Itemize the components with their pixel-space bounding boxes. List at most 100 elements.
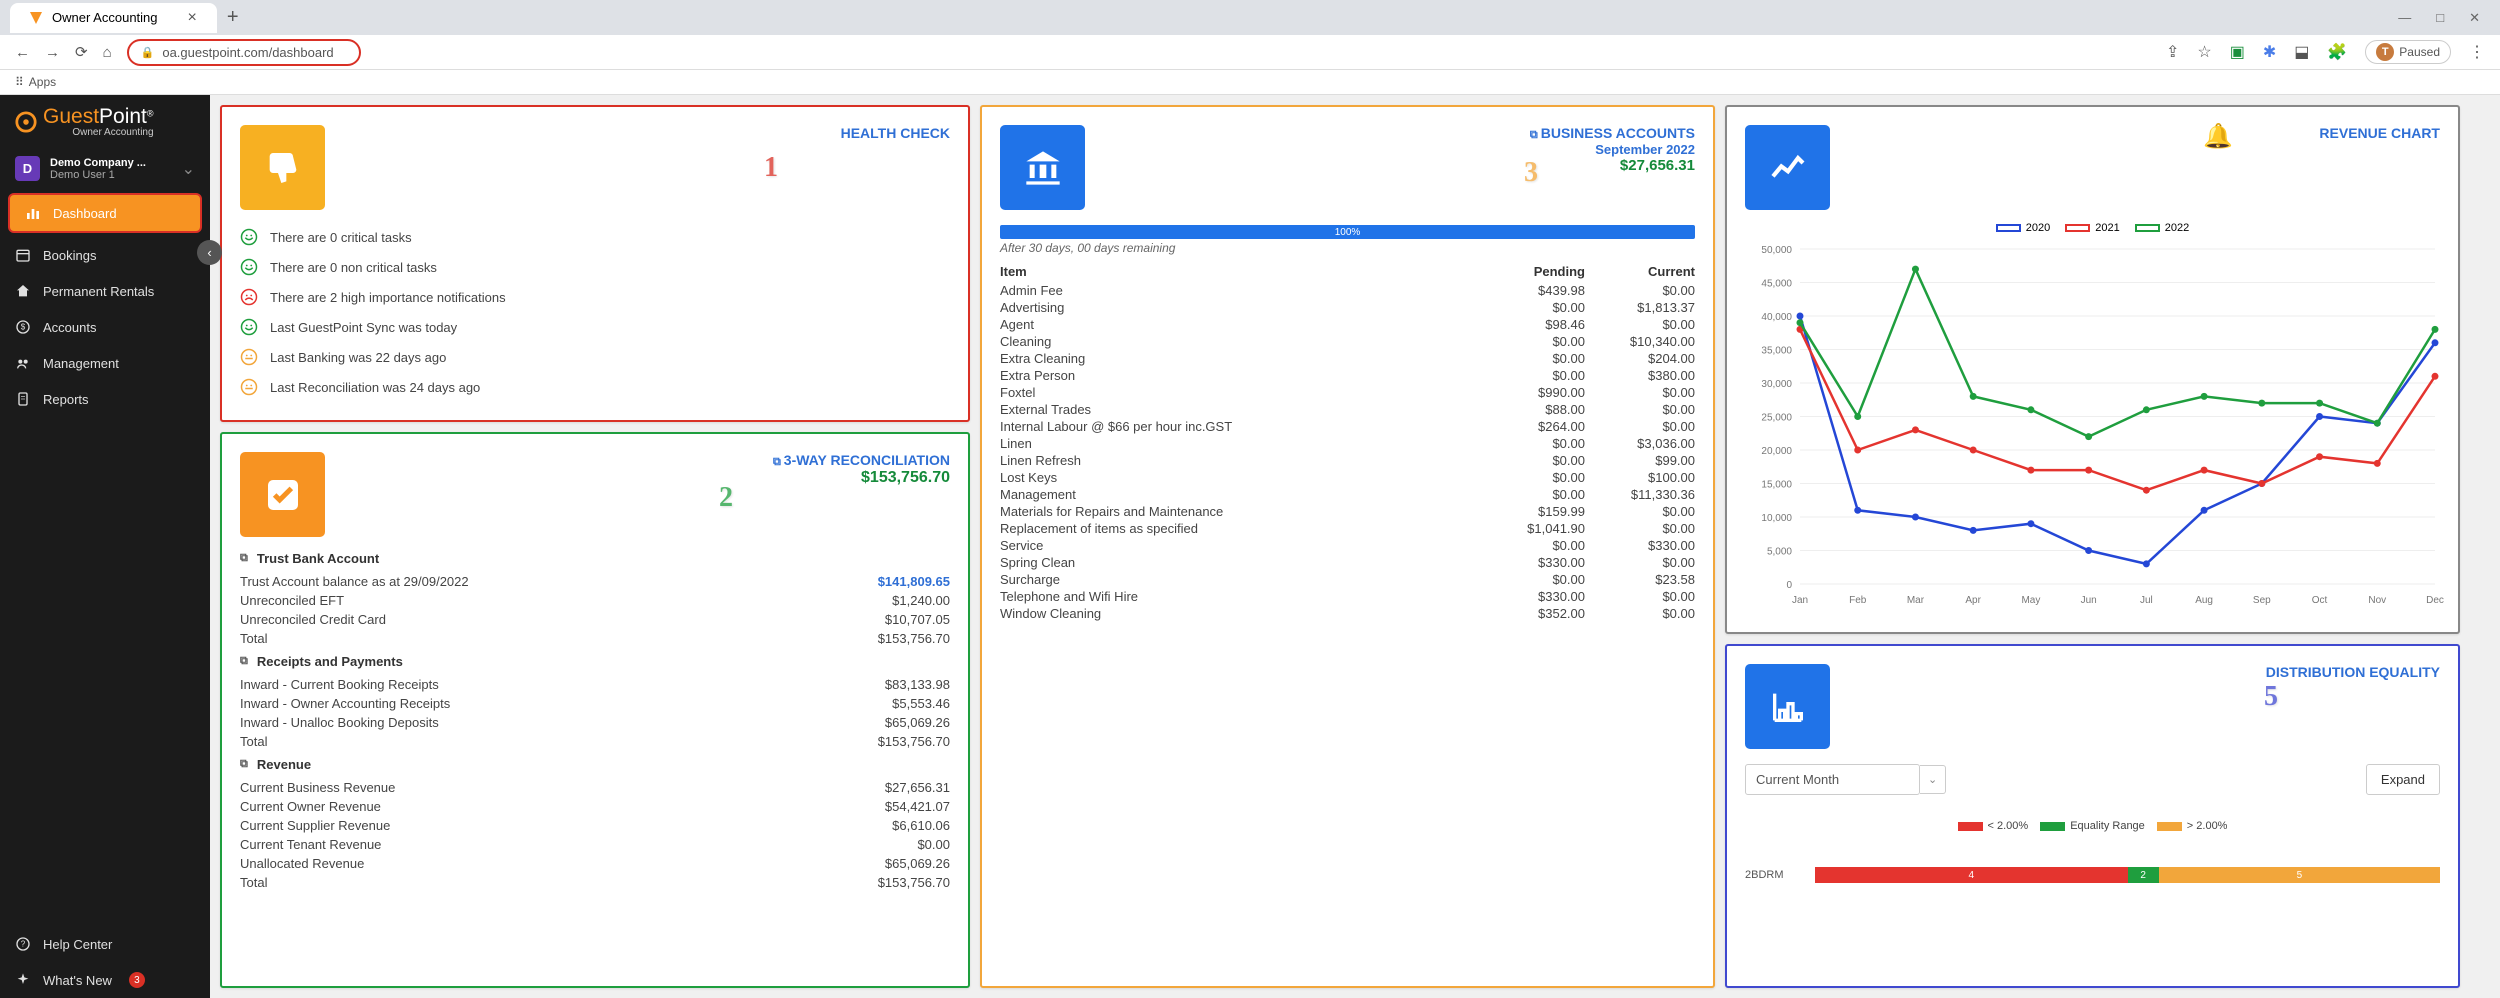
nav-dashboard[interactable]: Dashboard xyxy=(8,193,202,233)
svg-text:Dec: Dec xyxy=(2426,595,2444,606)
health-check-item: Last GuestPoint Sync was today xyxy=(240,312,950,342)
apps-label[interactable]: Apps xyxy=(29,75,56,89)
ext-icon-3[interactable]: ⬓ xyxy=(2294,42,2309,62)
table-row: Extra Person$0.00$380.00 xyxy=(1000,367,1695,384)
health-check-title[interactable]: HEALTH CHECK xyxy=(841,125,950,141)
svg-text:Aug: Aug xyxy=(2195,595,2213,606)
legend-item[interactable]: 2022 xyxy=(2135,222,2189,234)
revenue-chart-title[interactable]: REVENUE CHART xyxy=(2319,125,2440,141)
revenue-chart-card: 🔔 REVENUE CHART 2020 2021 2022 0 5,000 10,00… xyxy=(1725,105,2460,634)
table-row: Foxtel$990.00$0.00 xyxy=(1000,384,1695,401)
calendar-icon xyxy=(15,247,31,263)
section-header[interactable]: ⧉Revenue xyxy=(240,751,950,778)
table-row: Current Owner Revenue$54,421.07 xyxy=(240,797,950,816)
legend-item[interactable]: 2021 xyxy=(2065,222,2119,234)
table-row: Linen$0.00$3,036.00 xyxy=(1000,435,1695,452)
reload-button[interactable]: ⟳ xyxy=(75,43,88,61)
svg-text:Mar: Mar xyxy=(1907,595,1925,606)
svg-text:$: $ xyxy=(21,323,26,332)
ext-icon-1[interactable]: ▣ xyxy=(2230,42,2245,62)
window-maximize[interactable]: □ xyxy=(2436,10,2444,26)
nav-whatsnew[interactable]: What's New 3 xyxy=(0,962,210,998)
table-row: Total$153,756.70 xyxy=(240,873,950,892)
svg-text:May: May xyxy=(2021,595,2040,606)
health-check-item: There are 0 critical tasks xyxy=(240,222,950,252)
table-row: Current Tenant Revenue$0.00 xyxy=(240,835,950,854)
url-bar[interactable]: 🔒 oa.guestpoint.com/dashboard xyxy=(127,39,361,66)
nav-permanent-rentals[interactable]: Permanent Rentals xyxy=(0,273,210,309)
back-button[interactable]: ← xyxy=(15,44,30,61)
table-row: Inward - Owner Accounting Receipts$5,553… xyxy=(240,694,950,713)
browser-tab[interactable]: Owner Accounting × xyxy=(10,3,217,33)
table-row: Current Supplier Revenue$6,610.06 xyxy=(240,816,950,835)
period-select[interactable]: Current Month xyxy=(1745,764,1920,795)
svg-text:Jul: Jul xyxy=(2140,595,2153,606)
legend-item: < 2.00% xyxy=(1958,820,2029,832)
svg-text:15,000: 15,000 xyxy=(1761,480,1792,491)
business-accounts-title[interactable]: ⧉BUSINESS ACCOUNTS xyxy=(1530,125,1695,142)
tab-title: Owner Accounting xyxy=(52,10,158,25)
bar-segment: 4 xyxy=(1815,867,2128,883)
table-row: Total$153,756.70 xyxy=(240,629,950,648)
svg-text:10,000: 10,000 xyxy=(1761,513,1792,524)
legend-item[interactable]: 2020 xyxy=(1996,222,2050,234)
reconciliation-title[interactable]: ⧉3-WAY RECONCILIATION xyxy=(773,452,950,469)
nav-accounts[interactable]: $ Accounts xyxy=(0,309,210,345)
section-header[interactable]: ⧉Receipts and Payments xyxy=(240,648,950,675)
bookmark-icon[interactable]: ☆ xyxy=(2197,42,2211,62)
table-row: External Trades$88.00$0.00 xyxy=(1000,401,1695,418)
window-minimize[interactable]: — xyxy=(2398,10,2411,26)
table-row: Materials for Repairs and Maintenance$15… xyxy=(1000,503,1695,520)
svg-text:0: 0 xyxy=(1786,580,1792,591)
menu-icon[interactable]: ⋮ xyxy=(2469,42,2485,62)
svg-text:Sep: Sep xyxy=(2253,595,2271,606)
table-row: Advertising$0.00$1,813.37 xyxy=(1000,299,1695,316)
nav-help[interactable]: ? Help Center xyxy=(0,926,210,962)
window-close[interactable]: ✕ xyxy=(2469,10,2480,26)
svg-text:5,000: 5,000 xyxy=(1767,547,1792,558)
line-chart-icon xyxy=(1745,125,1830,210)
tab-close[interactable]: × xyxy=(188,9,197,27)
profile-avatar: T xyxy=(2376,43,2394,61)
nav-reports[interactable]: Reports xyxy=(0,381,210,417)
dashboard-icon xyxy=(25,205,41,221)
check-icon xyxy=(240,452,325,537)
table-row: Replacement of items as specified$1,041.… xyxy=(1000,520,1695,537)
expand-button[interactable]: Expand xyxy=(2366,764,2440,795)
health-check-item: Last Reconciliation was 24 days ago xyxy=(240,372,950,402)
bell-icon[interactable]: 🔔 xyxy=(2203,122,2233,151)
browser-chrome: Owner Accounting × + — □ ✕ ← → ⟳ ⌂ 🔒 oa.… xyxy=(0,0,2500,95)
svg-text:Jan: Jan xyxy=(1792,595,1808,606)
apps-icon[interactable]: ⠿ xyxy=(15,75,24,89)
company-picker[interactable]: D Demo Company ... Demo User 1 ⌄ xyxy=(0,148,210,189)
svg-text:Apr: Apr xyxy=(1965,595,1981,606)
sparkle-icon xyxy=(15,972,31,988)
home-button[interactable]: ⌂ xyxy=(103,44,112,61)
nav-bookings[interactable]: Bookings xyxy=(0,237,210,273)
sidebar-collapse-button[interactable]: ‹ xyxy=(197,240,222,265)
share-icon[interactable]: ⇪ xyxy=(2166,42,2179,62)
extensions-icon[interactable]: 🧩 xyxy=(2327,42,2347,62)
svg-text:50,000: 50,000 xyxy=(1761,245,1792,256)
distribution-title[interactable]: DISTRIBUTION EQUALITY xyxy=(2266,664,2440,680)
help-icon: ? xyxy=(15,936,31,952)
revenue-chart: 05,00010,00015,00020,00025,00030,00035,0… xyxy=(1745,239,2445,609)
profile-paused[interactable]: T Paused xyxy=(2365,40,2451,64)
logo: GuestPoint® Owner Accounting xyxy=(0,95,210,148)
table-row: Lost Keys$0.00$100.00 xyxy=(1000,469,1695,486)
ext-icon-2[interactable]: ✱ xyxy=(2263,42,2276,62)
svg-text:Oct: Oct xyxy=(2312,595,2328,606)
legend-item: Equality Range xyxy=(2040,820,2145,832)
table-row: Cleaning$0.00$10,340.00 xyxy=(1000,333,1695,350)
new-tab-button[interactable]: + xyxy=(227,6,239,29)
table-row: Inward - Current Booking Receipts$83,133… xyxy=(240,675,950,694)
section-header[interactable]: ⧉Trust Bank Account xyxy=(240,545,950,572)
svg-text:45,000: 45,000 xyxy=(1761,279,1792,290)
forward-button[interactable]: → xyxy=(45,44,60,61)
chevron-down-icon[interactable]: ⌄ xyxy=(1920,765,1946,794)
table-row: Agent$98.46$0.00 xyxy=(1000,316,1695,333)
nav-management[interactable]: Management xyxy=(0,345,210,381)
table-row: Unreconciled Credit Card$10,707.05 xyxy=(240,610,950,629)
svg-text:20,000: 20,000 xyxy=(1761,446,1792,457)
table-row: Current Business Revenue$27,656.31 xyxy=(240,778,950,797)
